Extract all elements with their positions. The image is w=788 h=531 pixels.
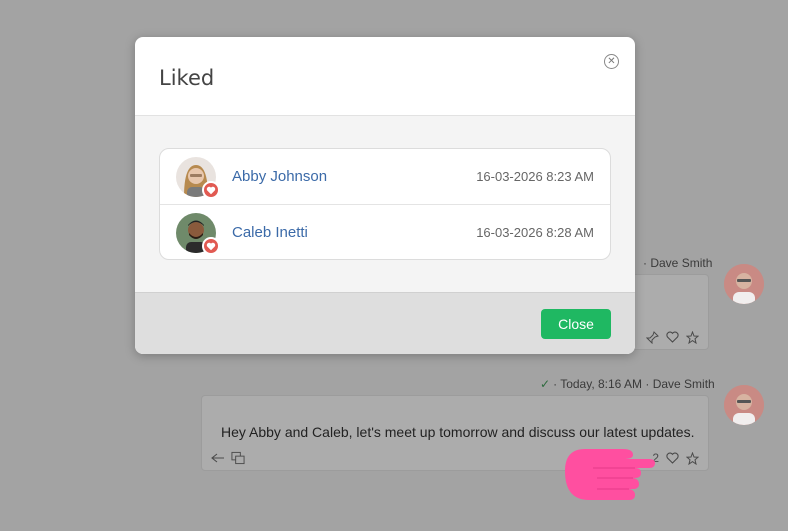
heart-icon[interactable] xyxy=(665,451,679,465)
modal-title: Liked xyxy=(159,66,215,90)
message-actions xyxy=(645,330,699,344)
modal-header: Liked ✕ xyxy=(135,37,635,116)
star-icon[interactable] xyxy=(685,330,699,344)
modal-body: Abby Johnson 16-03-2026 8:23 AM Caleb In… xyxy=(135,116,635,292)
message-text: Hey Abby and Caleb, let's meet up tomorr… xyxy=(221,424,695,440)
liked-modal: Liked ✕ Abby Johnson 16-03-2026 8:23 AM … xyxy=(135,37,635,354)
pointer-hand-icon xyxy=(563,441,655,510)
pin-icon[interactable] xyxy=(645,330,659,344)
heart-icon[interactable] xyxy=(665,330,679,344)
message-meta-2: ✓ · Today, 8:16 AM · Dave Smith xyxy=(540,377,715,391)
list-item: Caleb Inetti 16-03-2026 8:28 AM xyxy=(160,204,610,259)
message-sender: Dave Smith xyxy=(650,256,713,270)
liker-name[interactable]: Caleb Inetti xyxy=(232,224,308,241)
list-item: Abby Johnson 16-03-2026 8:23 AM xyxy=(160,149,610,204)
message-actions-left xyxy=(211,451,245,465)
modal-footer: Close xyxy=(135,292,635,354)
heart-icon xyxy=(202,237,220,255)
message-meta-1: · Dave Smith xyxy=(643,256,713,270)
message-sender: Dave Smith xyxy=(652,377,715,391)
liker-name[interactable]: Abby Johnson xyxy=(232,168,327,185)
reply-icon[interactable] xyxy=(211,451,225,465)
message-actions: 2 xyxy=(652,451,699,465)
close-icon[interactable]: ✕ xyxy=(604,54,619,69)
message-timestamp: Today, 8:16 AM xyxy=(560,377,643,391)
likers-list: Abby Johnson 16-03-2026 8:23 AM Caleb In… xyxy=(159,148,611,260)
star-icon[interactable] xyxy=(685,451,699,465)
avatar[interactable] xyxy=(724,264,764,304)
liked-time: 16-03-2026 8:23 AM xyxy=(476,169,594,184)
check-icon: ✓ xyxy=(540,377,551,391)
avatar[interactable] xyxy=(724,385,764,425)
liked-time: 16-03-2026 8:28 AM xyxy=(476,224,594,240)
heart-icon xyxy=(202,181,220,199)
translate-icon[interactable] xyxy=(231,451,245,465)
close-button[interactable]: Close xyxy=(541,309,611,339)
